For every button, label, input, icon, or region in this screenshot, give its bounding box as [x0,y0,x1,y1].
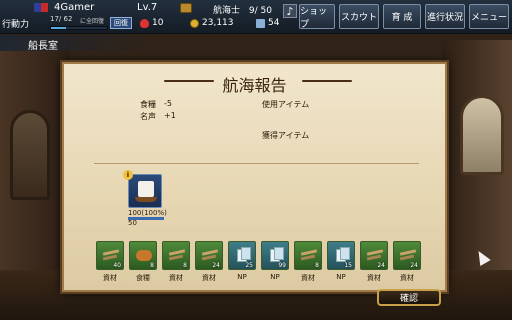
fame-label: 名声 [140,112,156,121]
coin-count: 23,113 [202,18,234,28]
shop-button[interactable]: ショップ [299,4,335,30]
coin-stat: 23,113 [190,18,234,28]
progress-button[interactable]: 進行状況 [425,4,465,29]
lumber-icon [200,247,219,261]
np-card-icon [233,247,251,262]
gained-items-label: 獲得アイテム [262,131,310,140]
crew-count: 航海士 9/ 50 [213,3,272,16]
heart-count: 10 [152,18,164,28]
item-label: NP [336,273,346,281]
train-button[interactable]: 育 成 [383,4,421,29]
item-quantity: 40 [113,262,121,269]
ship-durability: 100(100%) [128,209,167,217]
item-quantity: 8 [315,262,319,269]
room-title: 船長室 [28,41,58,52]
scout-button[interactable]: スカウト [339,4,379,29]
crew-value: 9/ 50 [248,6,272,16]
cabin-window-left [10,110,50,200]
confirm-button[interactable]: 確認 [377,289,441,306]
voyage-report-panel: 航海報告 食糧 -5 名声 +1 使用アイテム 獲得アイテム i 100(100… [62,62,447,292]
item-quantity: 24 [212,262,220,269]
used-items-label: 使用アイテム [262,100,310,109]
item-slot[interactable]: 40 [96,241,124,270]
item-slot[interactable]: 24 [195,241,223,270]
player-level: Lv.7 [137,2,158,13]
item-quantity: 15 [344,262,352,269]
item-slot[interactable]: 15 [327,241,355,270]
food-value: -5 [164,99,172,108]
item-slot[interactable]: 24 [393,241,421,270]
item-quantity: 8 [183,262,187,269]
info-icon[interactable]: i [123,170,133,180]
fame-value: +1 [164,111,176,120]
room-title-bar [0,35,160,51]
music-icon[interactable]: ♪ [283,4,297,18]
action-power-bar [50,26,108,30]
divider [94,163,419,164]
item-label: 資材 [103,274,117,282]
recover-button[interactable]: 回復 [110,17,132,29]
lumber-icon [101,247,120,261]
lumber-icon [299,247,318,261]
item-quantity: 24 [377,262,385,269]
action-power-note: に全回復 [80,18,105,25]
item-slots: 40 資材 8 食糧 8 資材 24 資材 25 NP 99 NP 8 資材 15 NP 24 資材 24 資材 [96,241,426,287]
item-slot[interactable]: 25 [228,241,256,270]
ship-sail-icon [138,181,154,197]
lumber-icon [365,247,384,261]
ship-value: 50 [128,219,137,227]
item-quantity: 99 [278,262,286,269]
item-label: 資材 [202,274,216,282]
chest-icon[interactable] [180,3,192,13]
title-flourish-right [302,78,352,84]
ship-icon [256,18,265,28]
player-name: 4Gamer [54,2,95,13]
menu-button[interactable]: メニュー [469,4,509,29]
action-power-fill [51,27,67,29]
ship-stat: 54 [256,18,279,28]
ship-card[interactable] [128,174,162,208]
heart-stat: 10 [140,18,163,28]
ship-count: 54 [268,18,280,28]
item-slot[interactable]: 8 [129,241,157,270]
ship-hull-icon [135,197,157,202]
coin-icon [190,18,199,28]
item-label: NP [237,273,247,281]
item-label: 資材 [367,274,381,282]
item-quantity: 24 [410,262,418,269]
crew-label: 航海士 [213,6,241,16]
item-label: 資材 [301,274,315,282]
cabin-window-right [460,95,504,175]
item-quantity: 8 [150,262,154,269]
item-slot[interactable]: 8 [162,241,190,270]
lumber-icon [398,247,417,261]
item-label: 資材 [400,274,414,282]
item-label: 資材 [169,274,183,282]
heart-icon [140,18,149,28]
item-label: NP [270,273,280,281]
item-slot[interactable]: 8 [294,241,322,270]
panel-title: 航海報告 [222,76,287,95]
bread-icon [134,247,152,261]
np-card-icon [332,247,350,262]
flag-icon [34,3,48,12]
food-label: 食糧 [140,100,156,109]
np-card-icon [266,247,284,262]
item-quantity: 25 [245,262,253,269]
action-power-label: 行動力 [2,20,30,30]
item-slot[interactable]: 24 [360,241,388,270]
item-slot[interactable]: 99 [261,241,289,270]
lumber-icon [167,247,186,261]
item-label: 食糧 [136,274,150,282]
action-power-value: 17/ 62 [50,15,73,23]
status-bar: 4Gamer Lv.7 航海士 9/ 50 ♪ 行動力 17/ 62 に全回復 … [0,0,512,34]
